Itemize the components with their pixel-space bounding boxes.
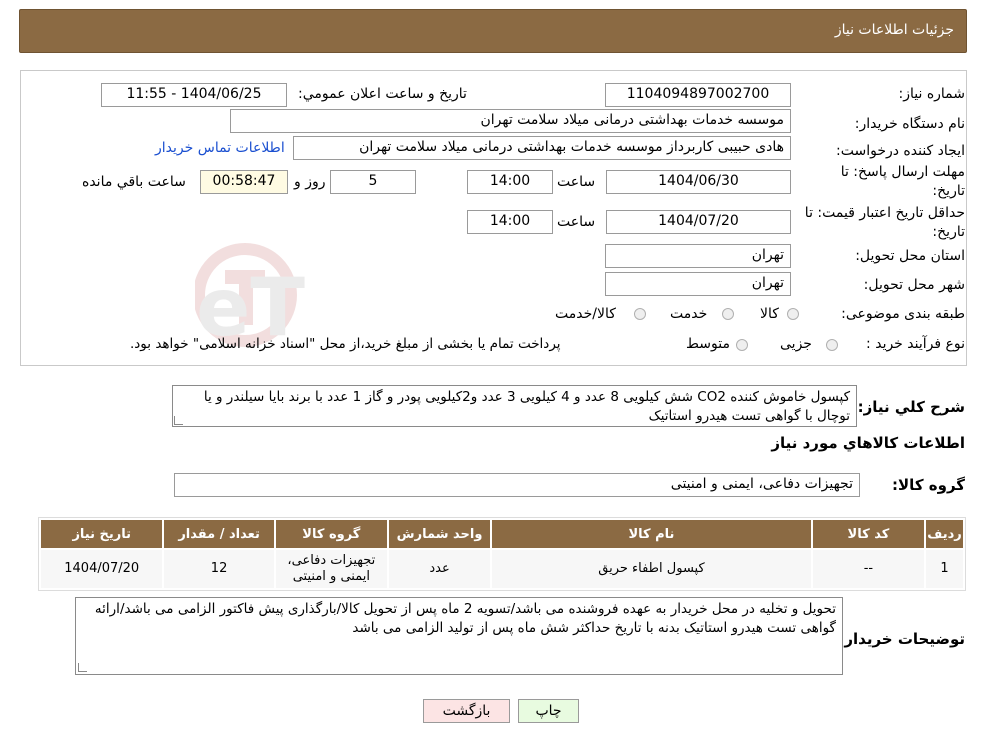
col-header-row: رديف	[926, 520, 963, 548]
purchase-option-medium: متوسط	[686, 336, 730, 352]
need-number-field: 1104094897002700	[605, 83, 791, 107]
resize-grip-icon[interactable]	[174, 416, 183, 425]
remaining-time-field: 00:58:47	[200, 170, 288, 194]
deadline-time-field: 14:00	[467, 170, 553, 194]
category-radio-service[interactable]	[722, 308, 734, 320]
cell-date: 1404/07/20	[41, 550, 163, 588]
validity-label-2: تاریخ:	[932, 224, 965, 240]
goods-group-label: گروه کالا:	[892, 476, 965, 494]
buyer-org-label: نام دستگاه خريدار:	[854, 116, 965, 132]
days-field: 5	[330, 170, 416, 194]
category-option-goods: کالا	[760, 306, 779, 322]
validity-time-label: ساعت	[557, 214, 596, 230]
col-header-name: نام کالا	[492, 520, 811, 548]
category-radio-goods[interactable]	[787, 308, 799, 320]
need-number-label: شماره نیاز:	[898, 86, 966, 102]
city-label: شهر محل تحویل:	[863, 277, 965, 293]
cell-code: --	[812, 550, 925, 588]
validity-date-field: 1404/07/20	[606, 210, 791, 234]
cell-qty: 12	[164, 550, 274, 588]
back-button[interactable]: بازگشت	[423, 699, 510, 723]
deadline-label-2: تاریخ:	[932, 183, 965, 199]
goods-group-field: تجهیزات دفاعی، ایمنی و امنیتی	[174, 473, 860, 497]
deadline-label: مهلت ارسال پاسخ: تا	[840, 164, 965, 180]
col-header-group: گروه کالا	[275, 520, 387, 548]
category-option-both: کالا/خدمت	[555, 306, 616, 322]
page-header: جزئیات اطلاعات نیاز	[19, 9, 967, 53]
purchase-note: پرداخت تمام یا بخشی از مبلغ خرید،از محل …	[130, 336, 561, 352]
col-header-code: کد کالا	[812, 520, 925, 548]
cell-row: 1	[926, 550, 963, 588]
page-title: جزئیات اطلاعات نیاز	[834, 22, 954, 38]
col-header-date: تاريخ نياز	[41, 520, 163, 548]
buyer-org-field: موسسه خدمات بهداشتی درمانی میلاد سلامت ت…	[230, 109, 791, 133]
buyer-notes-label: توضیحات خریدار:	[838, 630, 965, 648]
remaining-label: ساعت باقي مانده	[82, 174, 186, 190]
items-table: رديف کد کالا نام کالا واحد شمارش گروه کا…	[39, 518, 965, 590]
deadline-date-field: 1404/06/30	[606, 170, 791, 194]
city-field: تهران	[605, 272, 791, 296]
creator-label: ایجاد کننده درخواست:	[836, 143, 965, 159]
summary-textarea[interactable]: کپسول خاموش کننده CO2 شش کیلویی 8 عدد و …	[172, 385, 857, 427]
category-option-service: خدمت	[670, 306, 708, 322]
creator-field: هادی حبیبی کاربرداز موسسه خدمات بهداشتی …	[293, 136, 791, 160]
category-label: طبقه بندی موضوعی:	[841, 306, 965, 322]
validity-time-field: 14:00	[467, 210, 553, 234]
items-table-container: رديف کد کالا نام کالا واحد شمارش گروه کا…	[38, 517, 966, 591]
buyer-notes-textarea[interactable]: تحویل و تخلیه در محل خریدار به عهده فروش…	[75, 597, 843, 675]
col-header-qty: تعداد / مقدار	[164, 520, 274, 548]
buyer-contact-link[interactable]: اطلاعات تماس خریدار	[155, 140, 285, 156]
announce-field: 1404/06/25 - 11:55	[101, 83, 287, 107]
table-row: 1 -- کپسول اطفاء حریق عدد تجهیزات دفاعی،…	[41, 550, 963, 588]
category-radio-both[interactable]	[634, 308, 646, 320]
cell-group: تجهیزات دفاعی، ایمنی و امنیتی	[275, 550, 387, 588]
goods-section-title: اطلاعات کالاهاي مورد نياز	[771, 434, 965, 452]
resize-grip-icon[interactable]	[78, 663, 87, 672]
summary-label: شرح کلي نياز:	[857, 398, 965, 416]
province-label: استان محل تحویل:	[855, 248, 965, 264]
purchase-type-label: نوع فرآیند خرید :	[866, 336, 965, 352]
purchase-radio-medium[interactable]	[736, 339, 748, 351]
days-label: روز و	[294, 174, 326, 190]
summary-text: کپسول خاموش کننده CO2 شش کیلویی 8 عدد و …	[203, 389, 850, 424]
print-button[interactable]: چاپ	[518, 699, 579, 723]
cell-name: کپسول اطفاء حریق	[492, 550, 811, 588]
buyer-notes-text: تحویل و تخلیه در محل خریدار به عهده فروش…	[94, 601, 836, 636]
purchase-radio-minor[interactable]	[826, 339, 838, 351]
deadline-time-label: ساعت	[557, 174, 596, 190]
purchase-option-minor: جزیی	[780, 336, 812, 352]
cell-unit: عدد	[388, 550, 491, 588]
col-header-unit: واحد شمارش	[388, 520, 491, 548]
validity-label: حداقل تاریخ اعتبار قیمت: تا	[804, 205, 965, 221]
announce-label: تاریخ و ساعت اعلان عمومي:	[298, 86, 467, 102]
province-field: تهران	[605, 244, 791, 268]
